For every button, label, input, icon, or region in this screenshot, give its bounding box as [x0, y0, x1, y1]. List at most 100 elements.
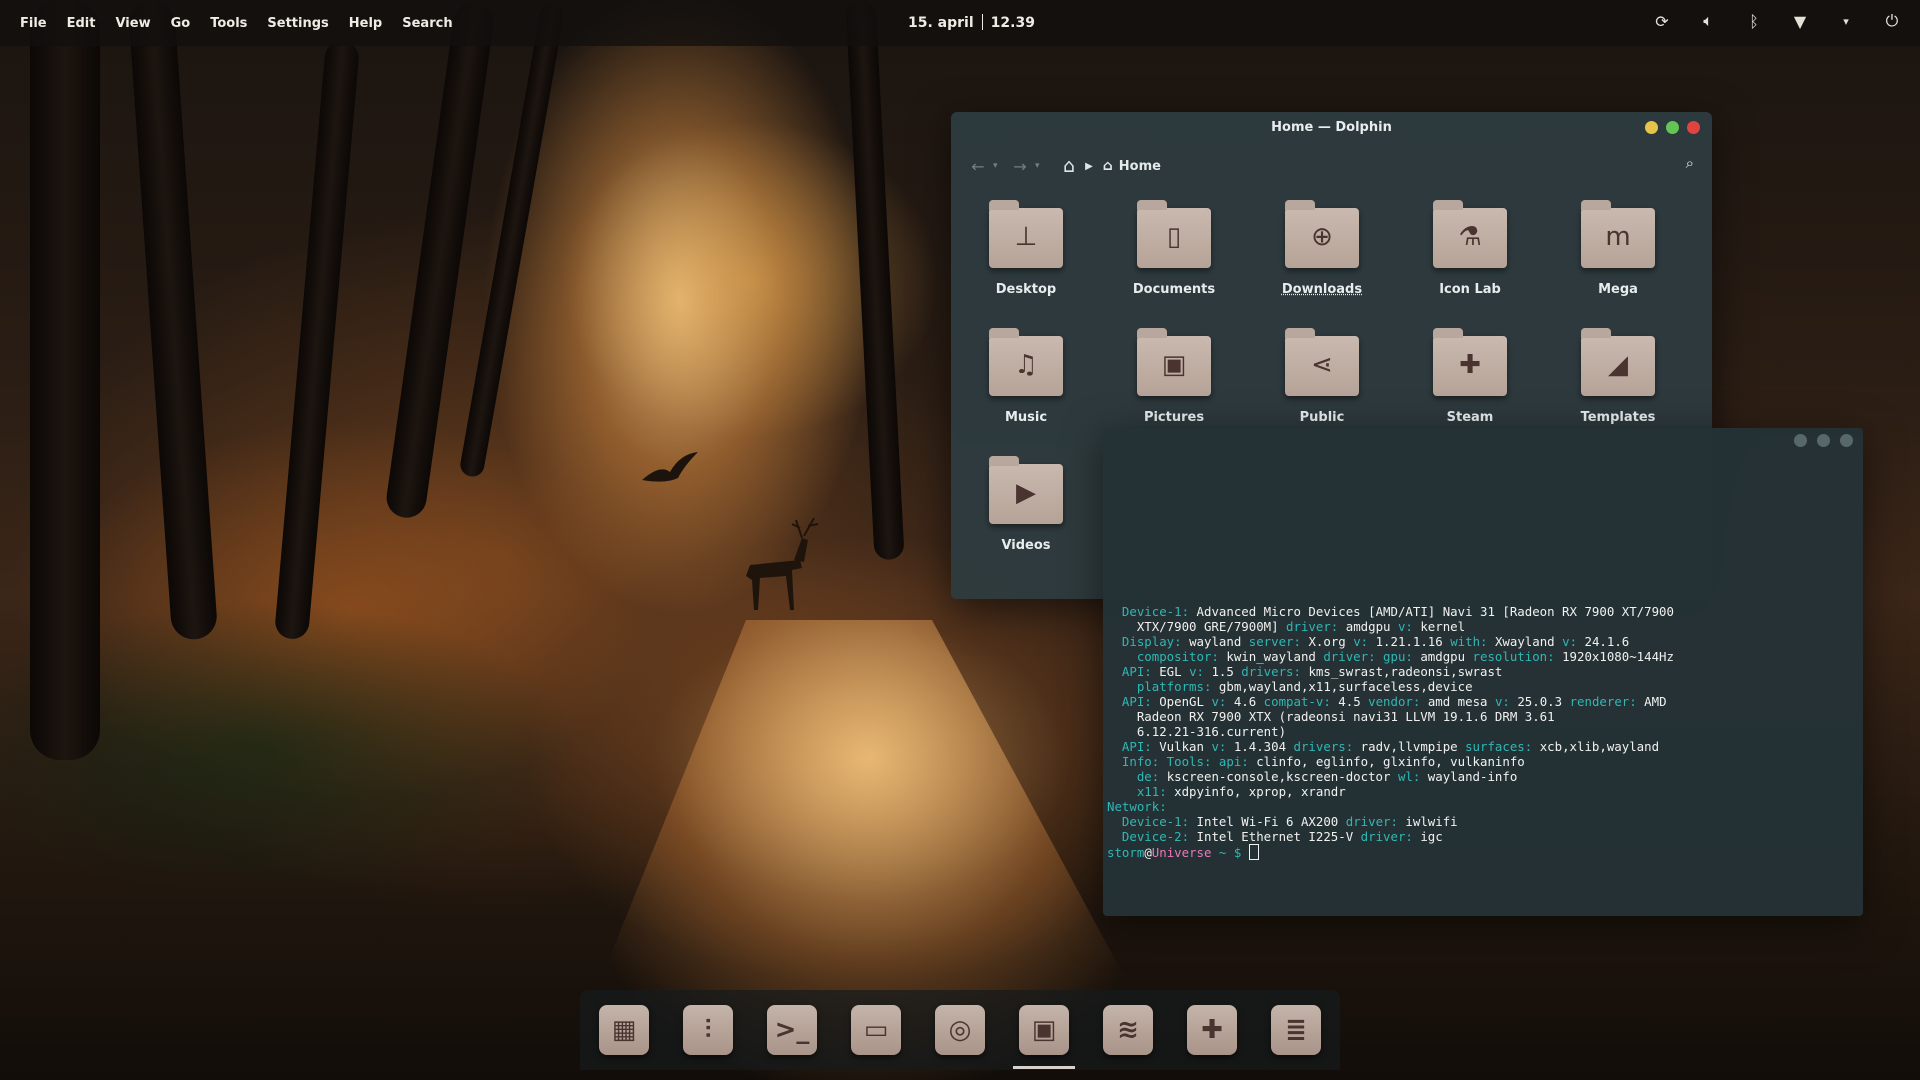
folder-pictures[interactable]: ▣ Pictures [1114, 328, 1234, 441]
window-title: Home — Dolphin [1271, 120, 1392, 135]
folder-label: Mega [1598, 282, 1638, 297]
menu-view[interactable]: View [115, 16, 150, 31]
breadcrumb[interactable]: ⌂ Home [1103, 158, 1161, 174]
power-icon[interactable]: ⏻ [1882, 11, 1902, 31]
menu-search[interactable]: Search [402, 16, 452, 31]
wifi-icon[interactable]: ▼ [1790, 12, 1810, 31]
templates-folder-icon: ◢ [1581, 328, 1655, 396]
terminal-minimize-button[interactable] [1794, 434, 1807, 447]
back-arrow-icon[interactable]: ← [969, 157, 987, 176]
clock-time: 12.39 [990, 15, 1035, 31]
forward-history-chevron-icon[interactable]: ▾ [1035, 161, 1047, 171]
breadcrumb-separator-icon: ▶ [1085, 160, 1093, 172]
terminal-line: API: OpenGL v: 4.6 compat-v: 4.5 vendor:… [1107, 694, 1667, 709]
downloads-folder-icon: ⊕ [1285, 200, 1359, 268]
browser-icon[interactable]: ◎ [935, 1005, 985, 1055]
desktop-folder-icon: ⊥ [989, 200, 1063, 268]
system-tray: ⟳ 🔈︎ ᛒ ▼ ▾ ⏻ [1652, 11, 1902, 31]
terminal-line: Radeon RX 7900 XTX (radeonsi navi31 LLVM… [1107, 709, 1555, 724]
gamepad-folder-icon: ✚ [1433, 328, 1507, 396]
close-button[interactable] [1687, 121, 1700, 134]
terminal-line: compositor: kwin_wayland driver: gpu: am… [1107, 649, 1674, 664]
top-panel: File Edit View Go Tools Settings Help Se… [0, 0, 1920, 46]
layers-icon[interactable]: ≣ [1271, 1005, 1321, 1055]
maximize-button[interactable] [1666, 121, 1679, 134]
terminal-cursor [1248, 844, 1259, 860]
chevron-down-icon[interactable]: ▾ [1836, 15, 1856, 28]
terminal-output: Device-1: Advanced Micro Devices [AMD/AT… [1107, 604, 1674, 860]
menu-file[interactable]: File [20, 16, 47, 31]
terminal-window-controls [1794, 434, 1853, 447]
minimize-button[interactable] [1645, 121, 1658, 134]
terminal-line: Device-1: Intel Wi-Fi 6 AX200 driver: iw… [1107, 814, 1458, 829]
terminal-close-button[interactable] [1840, 434, 1853, 447]
terminal-line: XTX/7900 GRE/7900M] driver: amdgpu v: ke… [1107, 619, 1466, 634]
folder-label: Documents [1132, 282, 1216, 297]
flask-folder-icon: ⚗ [1433, 200, 1507, 268]
folder-label: Public [1299, 410, 1345, 425]
sync-icon[interactable]: ⟳ [1652, 12, 1672, 31]
terminal-line: Network: [1107, 799, 1167, 814]
back-history-chevron-icon[interactable]: ▾ [993, 161, 1005, 171]
folder-videos[interactable]: ▶ Videos [966, 456, 1086, 569]
terminal-line: Device-2: Intel Ethernet I225-V driver: … [1107, 829, 1443, 844]
terminal-line: Device-1: Advanced Micro Devices [AMD/AT… [1107, 604, 1674, 619]
terminal-line: de: kscreen-console,kscreen-doctor wl: w… [1107, 769, 1518, 784]
home-icon[interactable]: ⌂ [1063, 155, 1075, 177]
volume-icon[interactable]: 🔈︎ [1698, 11, 1718, 31]
navigation-toolbar: ← ▾ → ▾ ⌂ ▶ ⌂ Home ⌕ [969, 154, 1694, 178]
terminal-line: Display: wayland server: X.org v: 1.21.1… [1107, 634, 1630, 649]
folder-downloads[interactable]: ⊕ Downloads [1262, 200, 1382, 313]
bluetooth-icon[interactable]: ᛒ [1744, 12, 1764, 31]
documents-folder-icon: ▯ [1137, 200, 1211, 268]
terminal-window[interactable]: Device-1: Advanced Micro Devices [AMD/AT… [1103, 428, 1863, 916]
dock: ▦ ⫶ >_ ▭ ◎ ▣ ≋ ✚ ≣ [580, 990, 1340, 1070]
folder-public[interactable]: ⋖ Public [1262, 328, 1382, 441]
terminal-line: platforms: gbm,wayland,x11,surfaceless,d… [1107, 679, 1473, 694]
music-folder-icon: ♫ [989, 328, 1063, 396]
terminal-maximize-button[interactable] [1817, 434, 1830, 447]
folder-label: Videos [1001, 538, 1051, 553]
folder-desktop[interactable]: ⊥ Desktop [966, 200, 1086, 313]
search-icon[interactable]: ⌕ [1686, 154, 1694, 172]
gamepad-icon[interactable]: ✚ [1187, 1005, 1237, 1055]
menu-go[interactable]: Go [171, 16, 191, 31]
terminal-line: x11: xdpyinfo, xprop, xrandr [1107, 784, 1346, 799]
menu-tools[interactable]: Tools [210, 16, 247, 31]
mega-folder-icon: m [1581, 200, 1655, 268]
breadcrumb-label: Home [1118, 158, 1161, 174]
breadcrumb-home-icon: ⌂ [1102, 158, 1113, 174]
terminal-prompt[interactable]: storm@Universe ~ $ [1107, 844, 1674, 860]
folder-steam[interactable]: ✚ Steam [1410, 328, 1530, 441]
folder-music[interactable]: ♫ Music [966, 328, 1086, 441]
folder-mega[interactable]: m Mega [1558, 200, 1678, 313]
folder-label: Music [1004, 410, 1048, 425]
forward-arrow-icon[interactable]: → [1011, 157, 1029, 176]
folder-label: Desktop [995, 282, 1057, 297]
folder-templates[interactable]: ◢ Templates [1558, 328, 1678, 441]
videos-folder-icon: ▶ [989, 456, 1063, 524]
menu-edit[interactable]: Edit [67, 16, 96, 31]
folder-icon-lab[interactable]: ⚗ Icon Lab [1410, 200, 1530, 313]
clock-date: 15. april [908, 15, 974, 31]
terminal-line: 6.12.21-316.current) [1107, 724, 1287, 739]
pictures-folder-icon: ▣ [1137, 328, 1211, 396]
global-menu: File Edit View Go Tools Settings Help Se… [0, 16, 453, 31]
menu-help[interactable]: Help [349, 16, 382, 31]
files-icon[interactable]: ▣ [1013, 1005, 1075, 1069]
terminal-line: API: Vulkan v: 1.4.304 drivers: radv,llv… [1107, 739, 1660, 754]
folder-label: Templates [1580, 410, 1656, 425]
clock-separator [981, 14, 983, 30]
terminal-line: Info: Tools: api: clinfo, eglinfo, glxin… [1107, 754, 1525, 769]
mixer-icon[interactable]: ⫶ [683, 1005, 733, 1055]
menu-settings[interactable]: Settings [267, 16, 328, 31]
folder-label: Pictures [1143, 410, 1205, 425]
briefcase-icon[interactable]: ▭ [851, 1005, 901, 1055]
app-grid-icon[interactable]: ▦ [599, 1005, 649, 1055]
rss-icon[interactable]: ≋ [1103, 1005, 1153, 1055]
folder-documents[interactable]: ▯ Documents [1114, 200, 1234, 313]
share-folder-icon: ⋖ [1285, 328, 1359, 396]
terminal-line: API: EGL v: 1.5 drivers: kms_swrast,rade… [1107, 664, 1503, 679]
clock[interactable]: 15. april 12.39 [908, 14, 1035, 31]
terminal-icon[interactable]: >_ [767, 1005, 817, 1055]
